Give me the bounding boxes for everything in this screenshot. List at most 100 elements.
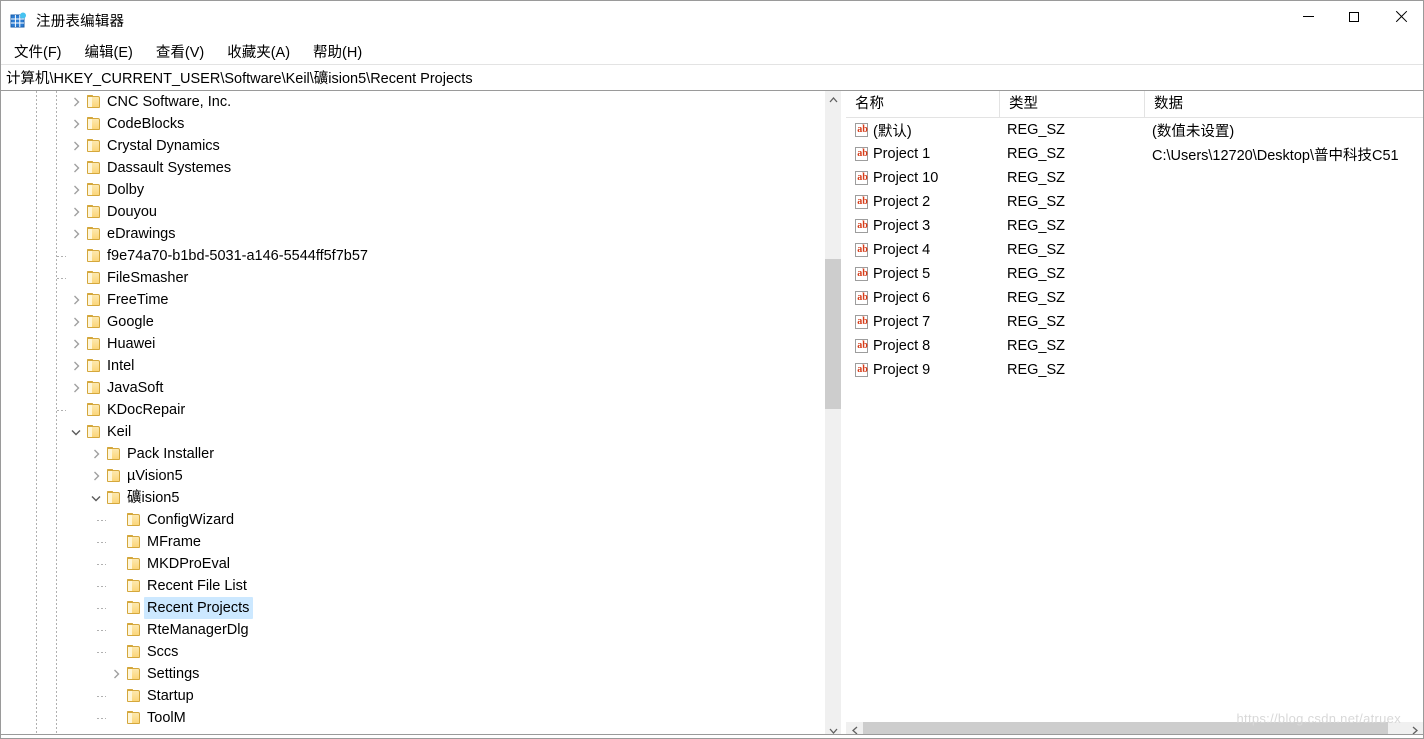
chevron-right-icon[interactable] [68,113,84,135]
tree-item-label: Dassault Systemes [107,160,232,176]
tree-item[interactable]: Intel [1,355,819,377]
menu-file[interactable]: 文件(F) [9,39,71,65]
folder-icon [126,623,142,637]
menu-edit[interactable]: 编辑(E) [80,39,142,65]
tree-item[interactable]: Sccs [1,641,819,663]
value-name: Project 4 [873,242,931,258]
tree-item-label: Crystal Dynamics [107,138,220,154]
value-row[interactable]: ab Project 3 REG_SZ [846,214,1423,238]
value-row[interactable]: ab Project 1 REG_SZ C:\Users\12720\Desktop\… [846,142,1423,166]
menu-help[interactable]: 帮助(H) [308,39,371,65]
tree-item[interactable]: Huawei [1,333,819,355]
chevron-right-icon[interactable] [68,333,84,355]
tree-elbow-line [97,696,106,697]
tree-item[interactable]: KDocRepair [1,399,819,421]
value-row[interactable]: ab Project 2 REG_SZ [846,190,1423,214]
tree-item[interactable]: RteManagerDlg [1,619,819,641]
tree-item[interactable]: Google [1,311,819,333]
value-list-pane: 名称 类型 数据 ab (默认) REG_SZ (数值未设置) ab Project 1 R… [846,91,1423,738]
chevron-right-icon[interactable] [88,465,104,487]
folder-icon [86,95,102,109]
tree-item[interactable]: Dassault Systemes [1,157,819,179]
tree-item[interactable]: Recent Projects [1,597,819,619]
main-content: CNC Software, Inc. CodeBlocks Crystal Dyna… [1,91,1423,738]
tree-item[interactable]: f9e74a70-b1bd-5031-a146-5544ff5f7b57 [1,245,819,267]
value-type: REG_SZ [1007,266,1066,282]
chevron-down-icon[interactable] [68,421,84,443]
value-row[interactable]: ab Project 4 REG_SZ [846,238,1423,262]
tree-vertical-scrollbar[interactable] [824,91,841,738]
tree-item[interactable]: FreeTime [1,289,819,311]
value-row[interactable]: ab Project 7 REG_SZ [846,310,1423,334]
string-value-icon: ab [855,338,870,354]
chevron-right-icon[interactable] [68,201,84,223]
tree-scroll-thumb[interactable] [825,259,841,409]
tree-item[interactable]: Dolby [1,179,819,201]
tree-item-label: RteManagerDlg [147,622,249,638]
tree-item[interactable]: CodeBlocks [1,113,819,135]
value-type: REG_SZ [1007,338,1066,354]
tree-item-label: Settings [147,666,200,682]
value-row[interactable]: ab Project 8 REG_SZ [846,334,1423,358]
value-name: Project 9 [873,362,931,378]
folder-icon [86,337,102,351]
key-tree[interactable]: CNC Software, Inc. CodeBlocks Crystal Dyna… [1,91,819,738]
value-name: Project 6 [873,290,931,306]
chevron-right-icon[interactable] [68,157,84,179]
tree-item-label: eDrawings [107,226,176,242]
tree-item[interactable]: 礦ision5 [1,487,819,509]
tree-elbow-line [97,520,106,521]
value-name-cell: ab Project 6 [846,290,999,306]
value-row[interactable]: ab Project 5 REG_SZ [846,262,1423,286]
tree-item[interactable]: MKDProEval [1,553,819,575]
chevron-right-icon[interactable] [68,223,84,245]
minimize-button[interactable] [1285,1,1331,32]
tree-item[interactable]: Pack Installer [1,443,819,465]
menu-view[interactable]: 查看(V) [151,39,213,65]
menu-favorites[interactable]: 收藏夹(A) [222,39,299,65]
chevron-right-icon[interactable] [68,377,84,399]
tree-item[interactable]: Startup [1,685,819,707]
column-header-name[interactable]: 名称 [846,91,999,117]
value-row[interactable]: ab (默认) REG_SZ (数值未设置) [846,118,1423,142]
value-row[interactable]: ab Project 9 REG_SZ [846,358,1423,382]
chevron-right-icon[interactable] [68,179,84,201]
value-name-cell: ab Project 1 [846,146,999,162]
tree-item[interactable]: Crystal Dynamics [1,135,819,157]
close-button[interactable] [1377,1,1423,32]
maximize-button[interactable] [1331,1,1377,32]
tree-item[interactable]: Douyou [1,201,819,223]
tree-item[interactable]: ToolM [1,707,819,729]
tree-item[interactable]: Settings [1,663,819,685]
tree-item[interactable]: CNC Software, Inc. [1,91,819,113]
string-value-icon: ab [855,170,870,186]
value-name: Project 5 [873,266,931,282]
tree-item-label: FileSmasher [107,270,189,286]
value-list[interactable]: ab (默认) REG_SZ (数值未设置) ab Project 1 REG_SZ C:\U… [846,118,1423,382]
chevron-right-icon[interactable] [68,311,84,333]
chevron-right-icon[interactable] [88,443,104,465]
chevron-right-icon[interactable] [68,91,84,113]
tree-item[interactable]: FileSmasher [1,267,819,289]
tree-item[interactable]: Recent File List [1,575,819,597]
tree-item[interactable]: µVision5 [1,465,819,487]
tree-item[interactable]: Keil [1,421,819,443]
column-header-type[interactable]: 类型 [999,91,1144,117]
tree-item[interactable]: JavaSoft [1,377,819,399]
tree-item[interactable]: eDrawings [1,223,819,245]
chevron-right-icon[interactable] [68,135,84,157]
address-bar[interactable]: 计算机\HKEY_CURRENT_USER\Software\Keil\礦isi… [1,65,1423,91]
column-header-data[interactable]: 数据 [1144,91,1423,117]
chevron-down-icon[interactable] [88,487,104,509]
string-value-icon-label: ab [857,291,868,303]
tree-item[interactable]: ConfigWizard [1,509,819,531]
folder-icon [86,227,102,241]
tree-elbow-line [97,630,106,631]
scroll-up-button[interactable] [825,91,841,108]
chevron-right-icon[interactable] [108,663,124,685]
chevron-right-icon[interactable] [68,355,84,377]
chevron-right-icon[interactable] [68,289,84,311]
tree-item[interactable]: MFrame [1,531,819,553]
value-row[interactable]: ab Project 6 REG_SZ [846,286,1423,310]
value-row[interactable]: ab Project 10 REG_SZ [846,166,1423,190]
